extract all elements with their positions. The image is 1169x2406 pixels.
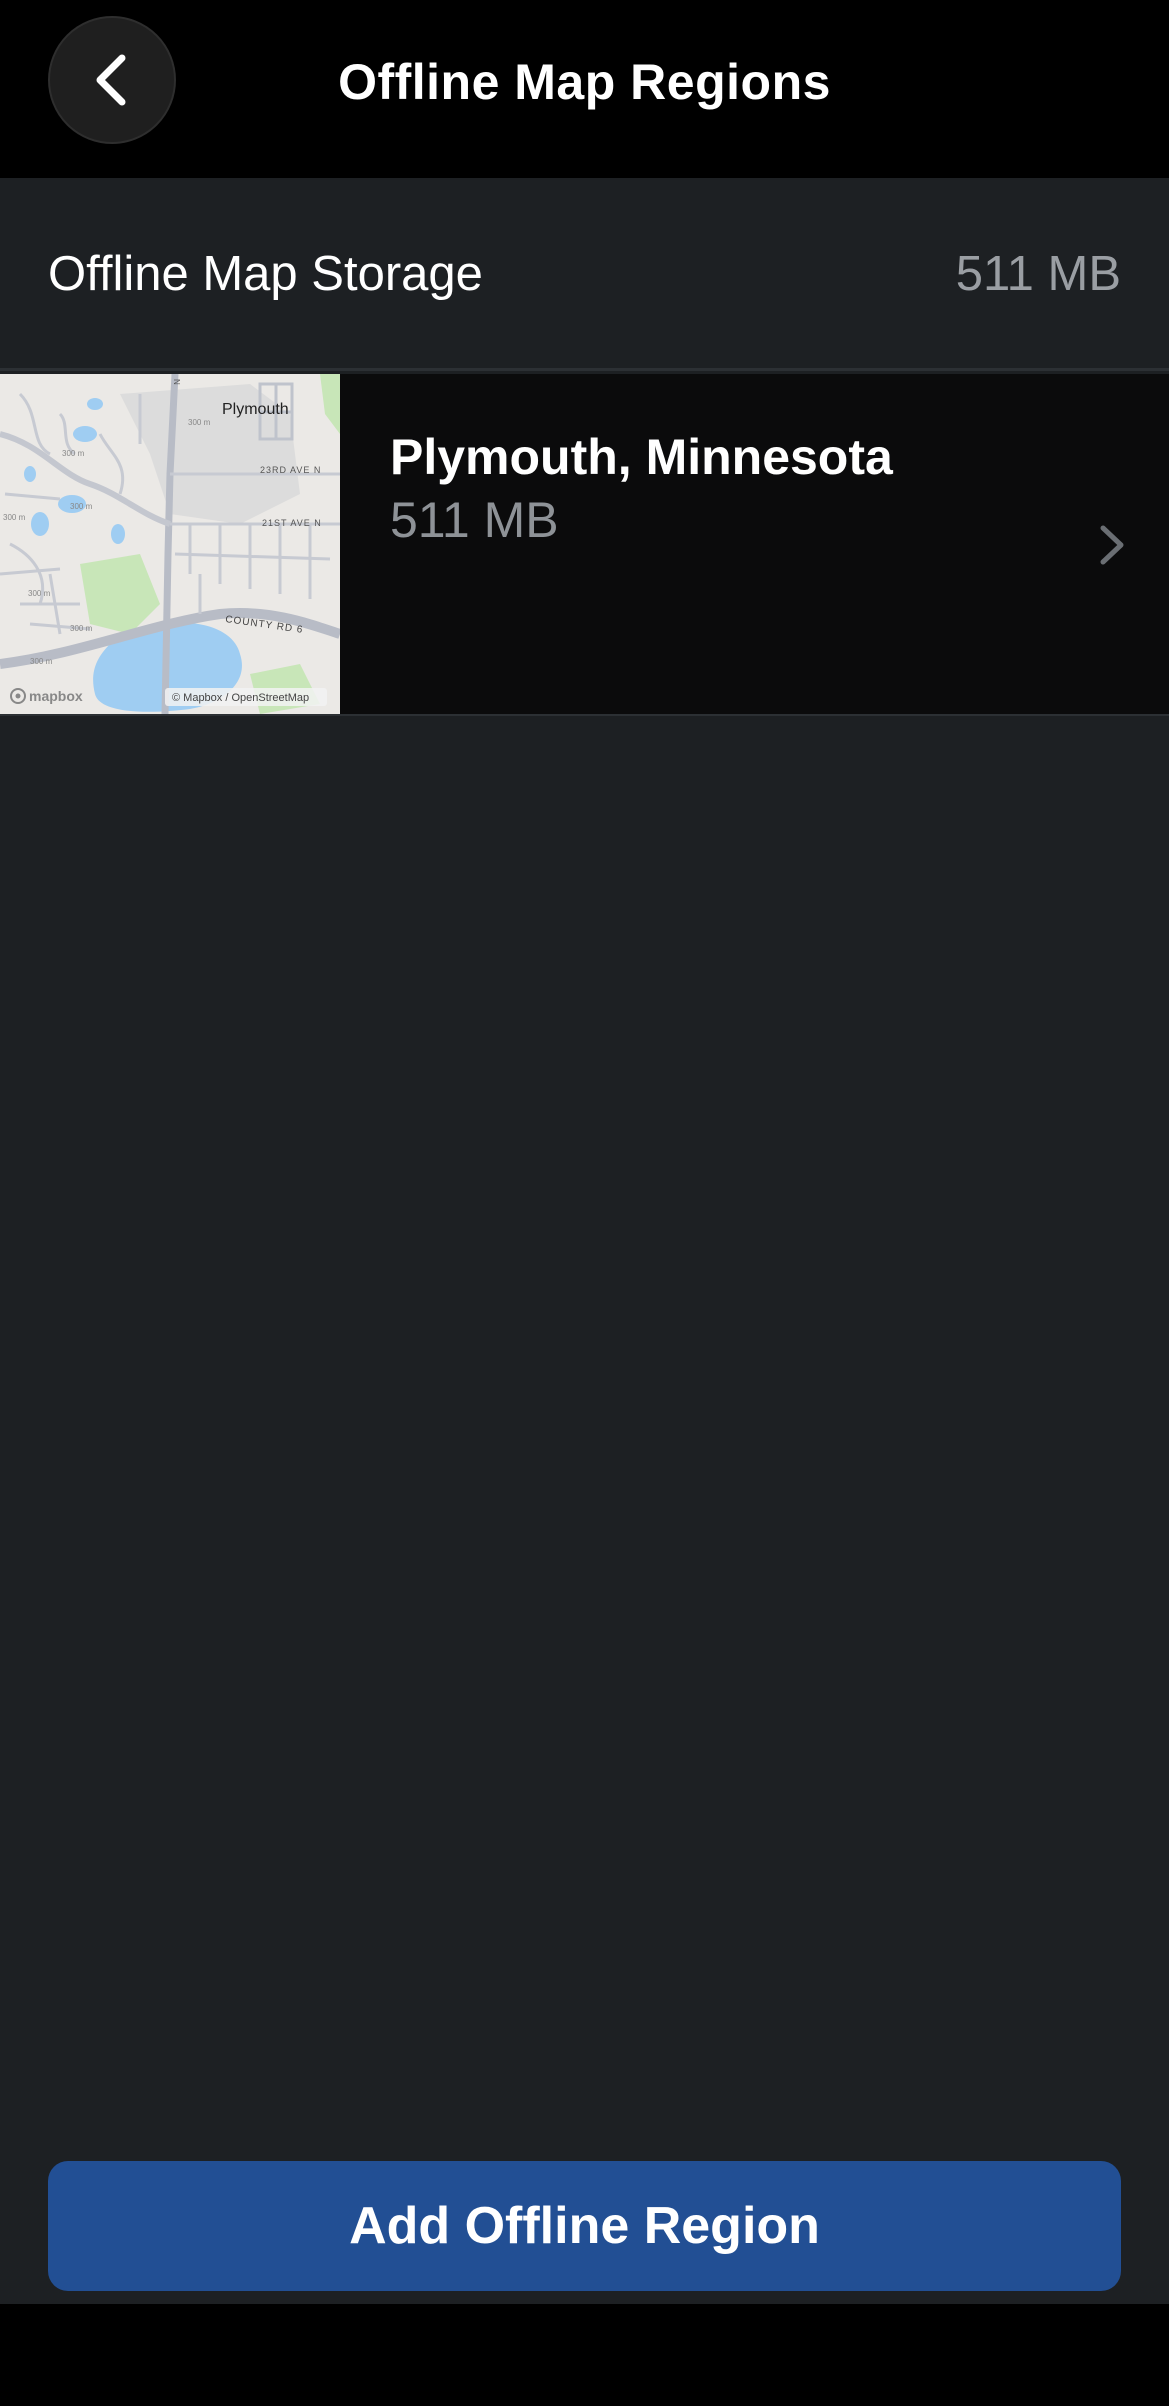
svg-text:300 m: 300 m: [70, 502, 93, 511]
svg-text:300 m: 300 m: [188, 418, 211, 427]
svg-text:Plymouth: Plymouth: [222, 401, 289, 418]
region-map-thumbnail: Plymouth 23RD AVE N 21ST AVE N COUNTY RD…: [0, 374, 340, 714]
page-title: Offline Map Regions: [338, 54, 831, 110]
svg-text:300 m: 300 m: [3, 513, 26, 522]
svg-text:300 m: 300 m: [30, 657, 53, 666]
storage-summary-row: Offline Map Storage 511 MB: [0, 178, 1169, 371]
storage-value: 511 MB: [955, 247, 1121, 301]
svg-text:21ST AVE N: 21ST AVE N: [262, 518, 322, 528]
svg-text:© Mapbox / OpenStreetMap: © Mapbox / OpenStreetMap: [172, 692, 309, 704]
svg-text:300 m: 300 m: [70, 624, 93, 633]
svg-text:300 m: 300 m: [62, 449, 85, 458]
region-size: 511 MB: [390, 492, 559, 548]
region-name: Plymouth, Minnesota: [390, 429, 893, 485]
storage-label: Offline Map Storage: [48, 247, 483, 301]
svg-text:mapbox: mapbox: [29, 688, 83, 704]
region-list-item[interactable]: Plymouth 23RD AVE N 21ST AVE N COUNTY RD…: [0, 374, 1169, 716]
offline-map-regions-screen: Offline Map Regions Offline Map Storage …: [0, 0, 1169, 2406]
add-offline-region-button[interactable]: Add Offline Region: [48, 2161, 1121, 2291]
bottom-safe-area: [0, 2304, 1169, 2406]
chevron-right-icon: [1100, 525, 1124, 565]
svg-text:300 m: 300 m: [28, 589, 51, 598]
svg-text:N: N: [172, 379, 181, 385]
header-bar: Offline Map Regions: [0, 0, 1169, 178]
svg-text:23RD AVE N: 23RD AVE N: [260, 465, 321, 475]
